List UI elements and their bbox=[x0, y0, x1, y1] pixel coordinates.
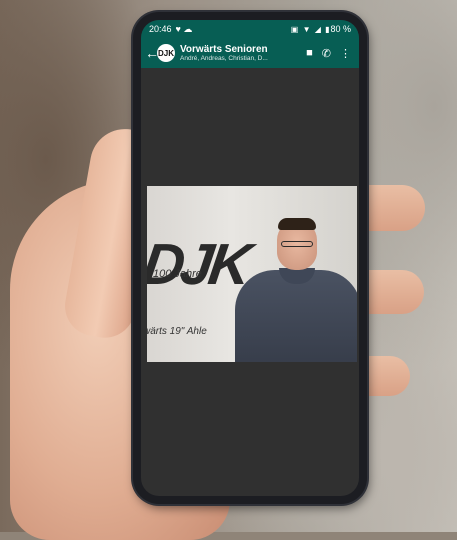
video-camera-icon[interactable]: ■ bbox=[306, 47, 313, 60]
back-arrow-icon[interactable]: ← bbox=[145, 45, 159, 61]
chat-info[interactable]: Vorwärts Senioren André, Andreas, Christ… bbox=[180, 44, 306, 62]
glasses bbox=[281, 241, 313, 247]
club-logo-text: DJK bbox=[147, 232, 252, 297]
person-hair bbox=[278, 218, 316, 230]
header-actions: ■ ✆ ⋮ bbox=[306, 47, 351, 60]
status-bar: 20:46 ♥ ☁ ▣ ▼ ◢ ▮ 80 % bbox=[141, 20, 359, 38]
more-vertical-icon[interactable]: ⋮ bbox=[340, 47, 351, 60]
battery-level: 80 % bbox=[330, 24, 351, 34]
smartphone: 20:46 ♥ ☁ ▣ ▼ ◢ ▮ 80 % ← DJK Vorwärts Se… bbox=[133, 12, 367, 504]
chat-header: ← DJK Vorwärts Senioren André, Andreas, … bbox=[141, 38, 359, 68]
chat-title: Vorwärts Senioren bbox=[180, 44, 268, 55]
chat-participants: André, Andreas, Christian, D... bbox=[180, 55, 268, 62]
status-time: 20:46 bbox=[149, 24, 172, 34]
phone-screen: 20:46 ♥ ☁ ▣ ▼ ◢ ▮ 80 % ← DJK Vorwärts Se… bbox=[141, 20, 359, 496]
group-avatar[interactable]: DJK bbox=[157, 44, 175, 62]
video-message[interactable]: DJK 100 Jahre wärts 19" Ahle bbox=[147, 186, 357, 362]
anniversary-text: 100 Jahre bbox=[153, 268, 202, 280]
club-name-text: wärts 19" Ahle bbox=[147, 326, 207, 337]
phone-icon[interactable]: ✆ bbox=[322, 47, 331, 60]
system-icons: ▣ ▼ ◢ ▮ bbox=[290, 24, 331, 34]
notification-icons: ♥ ☁ bbox=[175, 23, 193, 34]
